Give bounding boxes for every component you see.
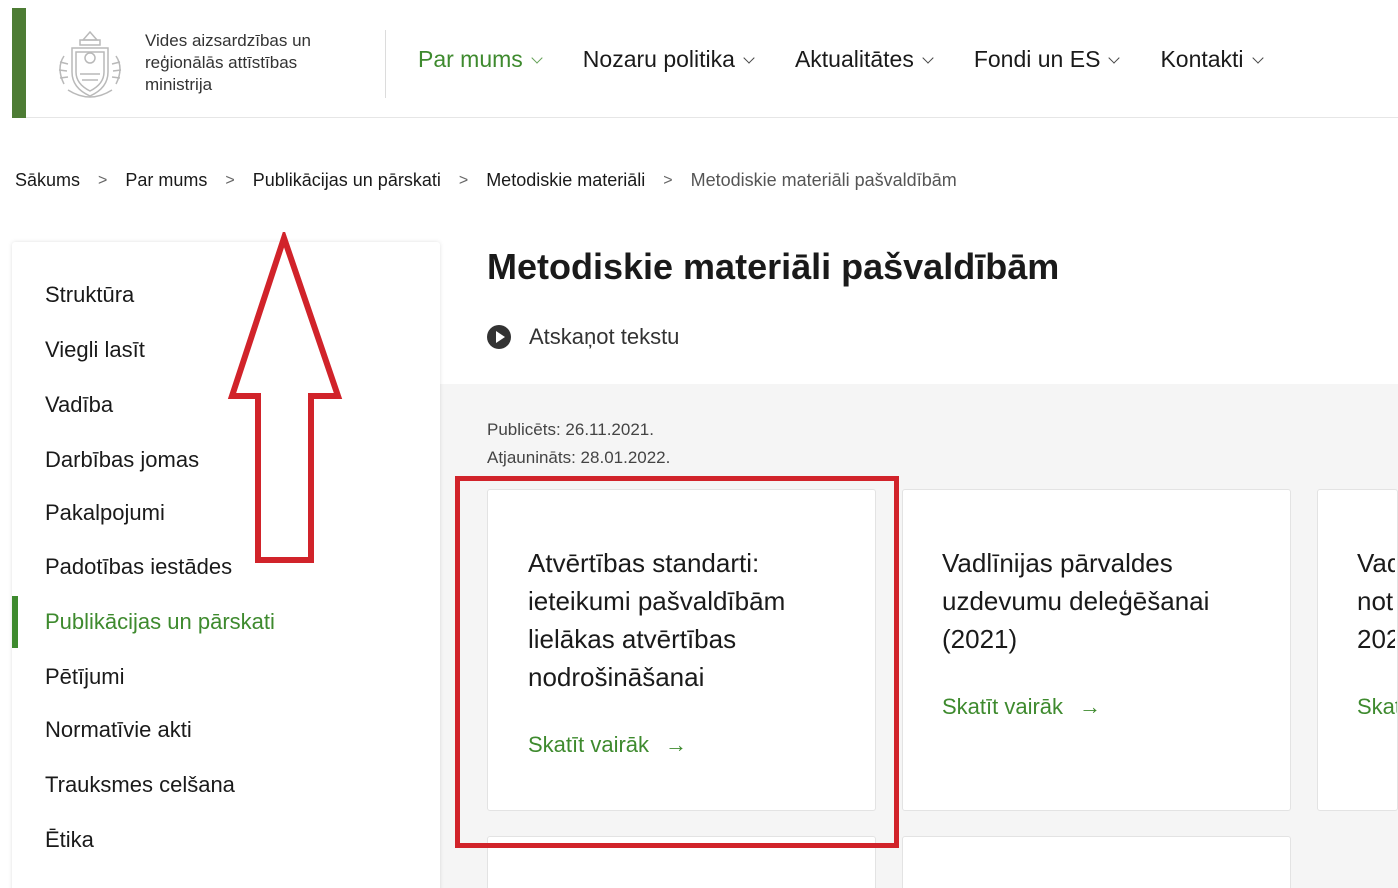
sidebar-item-padotibas-iestades[interactable]: Padotības iestādes xyxy=(45,554,232,580)
nav-item-kontakti[interactable]: Kontakti xyxy=(1160,46,1264,73)
sidebar-item-pakalpojumi[interactable]: Pakalpojumi xyxy=(45,500,165,526)
listen-label: Atskaņot tekstu xyxy=(529,324,680,349)
breadcrumb-separator-icon: > xyxy=(98,171,108,189)
breadcrumb-link-sakums[interactable]: Sākums xyxy=(15,170,80,191)
nav-item-fondi-un-es[interactable]: Fondi un ES xyxy=(973,46,1121,73)
sidebar-item-normativie-akti[interactable]: Normatīvie akti xyxy=(45,717,192,743)
chevron-down-icon xyxy=(743,51,755,64)
red-highlight-box xyxy=(455,476,899,848)
breadcrumb-separator-icon: > xyxy=(458,171,469,189)
card-link-label: Skatīt vairāk xyxy=(942,694,1064,719)
sidebar-item-vadiba[interactable]: Vadība xyxy=(45,392,113,418)
main-navigation: Par mums Nozaru politika Aktualitātes Fo… xyxy=(418,46,1304,73)
updated-date: Atjaunināts: 28.01.2022. xyxy=(487,448,671,467)
nav-item-par-mums[interactable]: Par mums xyxy=(418,46,543,73)
play-icon xyxy=(487,325,511,349)
chevron-down-icon xyxy=(922,51,934,64)
breadcrumb-current-page: Metodiskie materiāli pašvaldībām xyxy=(690,170,957,190)
chevron-down-icon xyxy=(1251,51,1264,64)
coat-of-arms-logo[interactable] xyxy=(50,26,130,104)
card[interactable]: Vadlīnijas pārvaldes uzdevumu deleģēšana… xyxy=(902,489,1291,811)
card-title: Vadlīnijas pārvaldes uzdevumu deleģēšana… xyxy=(942,548,1210,654)
nav-label: Aktualitātes xyxy=(794,46,914,72)
breadcrumb: Sākums > Par mums > Publikācijas un pārs… xyxy=(15,170,957,191)
breadcrumb-link-metodiskie-materiali[interactable]: Metodiskie materiāli xyxy=(486,170,645,191)
ministry-name[interactable]: Vides aizsardzības un reģionālās attīstī… xyxy=(145,30,355,96)
header-divider xyxy=(385,30,386,98)
sidebar-active-indicator xyxy=(12,596,18,648)
arrow-right-icon: → xyxy=(1079,694,1102,719)
header-accent-stripe xyxy=(12,8,26,118)
site-header: Vides aizsardzības un reģionālās attīstī… xyxy=(12,8,1398,118)
card[interactable] xyxy=(902,836,1291,888)
nav-label: Nozaru politika xyxy=(582,46,735,72)
nav-label: Fondi un ES xyxy=(973,46,1101,72)
red-up-arrow-icon xyxy=(227,232,343,563)
sidebar-item-trauksmes-celsana[interactable]: Trauksmes celšana xyxy=(45,772,235,798)
nav-label: Par mums xyxy=(418,46,523,72)
card[interactable]: Vad not 202 Skat xyxy=(1317,489,1398,811)
card-title: Vad not 202 xyxy=(1357,548,1395,654)
breadcrumb-separator-icon: > xyxy=(225,171,235,189)
breadcrumb-separator-icon: > xyxy=(663,171,673,189)
chevron-down-icon xyxy=(531,51,543,64)
chevron-down-icon xyxy=(1108,51,1121,64)
nav-item-nozaru-politika[interactable]: Nozaru politika xyxy=(582,46,755,73)
card-link-label: Skat xyxy=(1357,694,1398,719)
listen-button[interactable]: Atskaņot tekstu xyxy=(487,324,679,350)
sidebar-item-viegli-lasit[interactable]: Viegli lasīt xyxy=(45,337,145,363)
nav-label: Kontakti xyxy=(1160,46,1244,72)
breadcrumb-link-publikacijas[interactable]: Publikācijas un pārskati xyxy=(253,170,441,191)
published-date: Publicēts: 26.11.2021. xyxy=(487,420,654,439)
card-more-link[interactable]: Skat xyxy=(1357,694,1398,720)
nav-item-aktualitates[interactable]: Aktualitātes xyxy=(794,46,934,73)
sidebar-item-struktura[interactable]: Struktūra xyxy=(45,282,134,308)
sidebar-item-darbibas-jomas[interactable]: Darbības jomas xyxy=(45,447,199,473)
page-title: Metodiskie materiāli pašvaldībām xyxy=(487,246,1060,287)
sidebar-item-petijumi[interactable]: Pētījumi xyxy=(45,664,124,690)
sidebar-item-publikacijas[interactable]: Publikācijas un pārskati xyxy=(45,609,275,635)
sidebar-item-etika[interactable]: Ētika xyxy=(45,827,94,853)
breadcrumb-link-par-mums[interactable]: Par mums xyxy=(125,170,207,191)
card-more-link[interactable]: Skatīt vairāk → xyxy=(942,694,1101,720)
